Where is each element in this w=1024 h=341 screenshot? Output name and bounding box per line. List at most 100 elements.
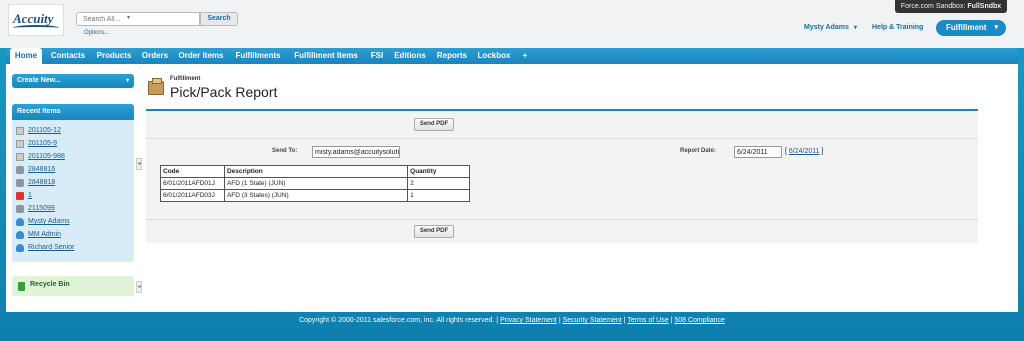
create-new-label: Create New... — [17, 77, 61, 84]
tab-reports[interactable]: Reports — [432, 48, 472, 64]
tab-editions[interactable]: Editions — [390, 48, 430, 64]
bracket-open: [ — [785, 148, 787, 155]
logo-swoosh-icon — [13, 25, 59, 31]
search-button[interactable]: Search — [200, 12, 238, 26]
table-row: 6/01/2011AFD01J AFD (1 State) (JUN) 2 — [160, 177, 470, 190]
tab-home[interactable]: Home — [10, 48, 42, 64]
report-date-today-link[interactable]: 6/24/2011 — [789, 148, 820, 155]
table-cell-quantity: 1 — [407, 189, 470, 202]
create-new-chevron-icon: ▾ — [125, 78, 129, 84]
footer-link-terms[interactable]: Terms of Use — [627, 317, 668, 324]
package-icon — [16, 166, 24, 174]
tab-fsi[interactable]: FSI — [366, 48, 388, 64]
document-icon — [16, 127, 24, 135]
tab-fulfillment-items[interactable]: Fulfillment Items — [288, 48, 364, 64]
recent-item[interactable]: 2848818 — [16, 177, 55, 189]
report-date-field[interactable] — [734, 146, 782, 158]
tab-products[interactable]: Products — [92, 48, 136, 64]
search-scope-chevron-icon[interactable]: ▾ — [127, 14, 130, 21]
recent-item-label: 201105-12 — [28, 127, 61, 134]
divider — [146, 138, 978, 139]
fulfillment-box-icon — [148, 78, 164, 95]
recent-item[interactable]: 2115099 — [16, 203, 55, 215]
recent-item[interactable]: 2848816 — [16, 164, 55, 176]
recent-item-label: 2848818 — [28, 179, 56, 186]
tab-orders[interactable]: Orders — [138, 48, 172, 64]
recycle-bin-icon — [18, 282, 25, 291]
recent-item-label: MM Admin — [28, 231, 62, 238]
footer-link-security[interactable]: Security Statement — [563, 317, 622, 324]
package-icon — [16, 179, 24, 187]
recent-item[interactable]: 1 — [16, 190, 32, 202]
table-header-row: Code Description Quantity — [160, 165, 470, 178]
footer-separator: | — [623, 317, 626, 324]
footer-separator: | — [558, 317, 561, 324]
recent-item-label: 1 — [28, 192, 32, 199]
send-to-field[interactable] — [312, 146, 400, 158]
package-icon — [16, 205, 24, 213]
recent-item-label: Richard Senior — [28, 244, 75, 251]
app-menu-button[interactable]: Fulfillment ▾ — [936, 20, 1006, 36]
divider — [146, 219, 978, 220]
tab-fulfillments[interactable]: Fulfillments — [230, 48, 286, 64]
footer-copyright: Copyright © 2000-2011 salesforce.com, in… — [299, 317, 499, 324]
column-header-code: Code — [160, 165, 225, 178]
send-pdf-button[interactable]: Send PDF — [414, 118, 454, 131]
footer-link-508[interactable]: 508 Compliance — [674, 317, 725, 324]
recent-item[interactable]: 201105-988 — [16, 151, 65, 163]
tab-lockbox[interactable]: Lockbox — [474, 48, 514, 64]
sandbox-name: FullSndbx — [967, 3, 1002, 10]
table-cell-code: 6/01/2011AFD03J — [160, 189, 225, 202]
recent-item[interactable]: 201105-9 — [16, 138, 57, 150]
table-cell-quantity: 2 — [407, 177, 470, 190]
recent-items-title: Recent Items — [12, 104, 134, 120]
app-window: Accuity ▾ Search Options... Force.com Sa… — [0, 0, 1024, 341]
search-input-wrapper: ▾ — [76, 12, 200, 26]
report-date-today: [ 6/24/2011 ] — [785, 148, 823, 155]
document-icon — [16, 153, 24, 161]
recent-item-label: 2848816 — [28, 166, 56, 173]
sandbox-badge: Force.com Sandbox: FullSndbx — [895, 0, 1007, 13]
recent-item-label: 201105-9 — [28, 140, 58, 147]
column-header-quantity: Quantity — [407, 165, 470, 178]
send-pdf-button[interactable]: Send PDF — [414, 225, 454, 238]
recent-item[interactable]: Richard Senior — [16, 242, 74, 254]
user-icon — [16, 218, 24, 226]
sidebar-collapse-handle[interactable]: ◂ — [136, 158, 142, 170]
recycle-bin-link[interactable]: Recycle Bin — [12, 276, 134, 296]
page-kicker: Fulfillment — [170, 76, 201, 82]
sidebar-collapse-handle[interactable]: ◂ — [136, 281, 142, 293]
company-logo[interactable]: Accuity — [8, 4, 64, 36]
user-menu-chevron-icon: ▾ — [853, 25, 857, 31]
pick-pack-table: Code Description Quantity 6/01/2011AFD01… — [160, 165, 470, 202]
user-icon — [16, 231, 24, 239]
app-menu-label: Fulfillment — [946, 23, 987, 32]
user-name: Mysty Adams — [804, 24, 849, 31]
help-training-link[interactable]: Help & Training — [872, 24, 923, 31]
table-row: 6/01/2011AFD03J AFD (3 States) (JUN) 1 — [160, 189, 470, 202]
app-menu-chevron-icon: ▾ — [994, 24, 998, 31]
create-new-button[interactable]: Create New... ▾ — [12, 74, 134, 88]
page-title: Pick/Pack Report — [170, 84, 278, 100]
search-options-link[interactable]: Options... — [84, 30, 110, 36]
table-cell-description: AFD (3 States) (JUN) — [223, 189, 409, 202]
tab-bar: Home Contacts Products Orders Order Item… — [6, 48, 1018, 64]
order-icon — [16, 192, 24, 200]
send-to-label: Send To: — [272, 148, 298, 154]
user-menu[interactable]: Mysty Adams ▾ — [804, 24, 857, 31]
table-cell-code: 6/01/2011AFD01J — [160, 177, 225, 190]
recent-item[interactable]: Mysty Adams — [16, 216, 70, 228]
table-cell-description: AFD (1 State) (JUN) — [223, 177, 409, 190]
recent-item-label: Mysty Adams — [28, 218, 70, 225]
tab-add-plus-icon[interactable]: + — [518, 48, 532, 64]
recent-item[interactable]: MM Admin — [16, 229, 61, 241]
recent-item[interactable]: 201105-12 — [16, 125, 61, 137]
global-header: Accuity ▾ Search Options... Force.com Sa… — [0, 0, 1024, 48]
recent-item-label: 2115099 — [28, 205, 55, 212]
search-input[interactable] — [77, 13, 199, 25]
sandbox-prefix: Force.com Sandbox: — [900, 3, 968, 10]
footer-link-privacy[interactable]: Privacy Statement — [500, 317, 557, 324]
document-icon — [16, 140, 24, 148]
tab-order-items[interactable]: Order Items — [174, 48, 228, 64]
tab-contacts[interactable]: Contacts — [46, 48, 90, 64]
